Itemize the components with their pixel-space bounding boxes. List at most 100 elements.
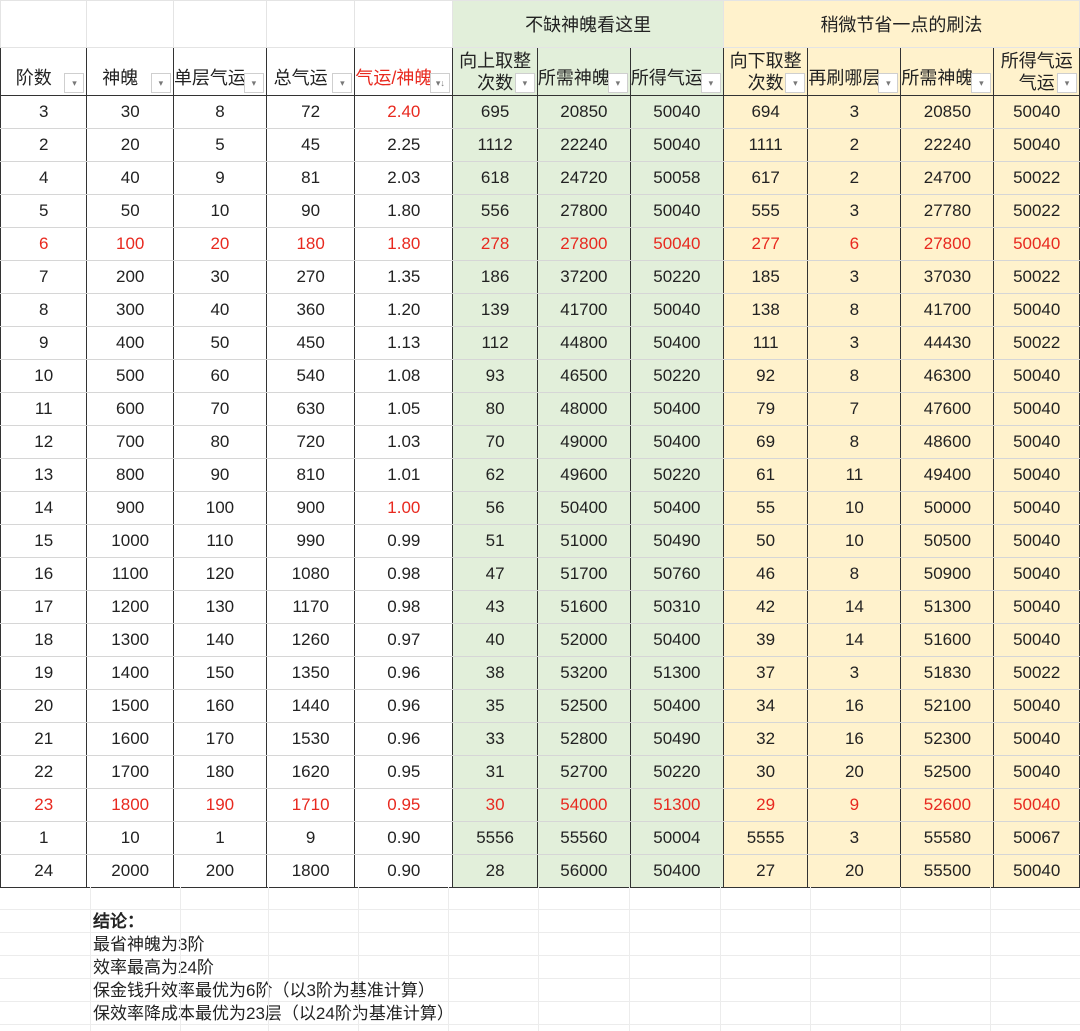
table-cell[interactable]: 2000	[86, 854, 174, 888]
cell[interactable]	[86, 0, 174, 48]
table-cell[interactable]: 51600	[900, 623, 995, 657]
table-cell[interactable]: 50400	[629, 689, 724, 723]
table-cell[interactable]: 8	[807, 557, 902, 591]
table-cell[interactable]: 50022	[993, 161, 1080, 195]
table-cell[interactable]: 1200	[86, 590, 174, 624]
table-cell[interactable]: 34	[722, 689, 809, 723]
table-cell[interactable]: 90	[265, 194, 356, 228]
table-cell[interactable]: 50040	[993, 425, 1080, 459]
table-cell[interactable]: 50040	[993, 95, 1080, 129]
column-header[interactable]: 所得气运 ▾	[629, 47, 724, 96]
table-cell[interactable]: 11	[0, 392, 88, 426]
table-cell[interactable]: 50022	[993, 194, 1080, 228]
table-cell[interactable]: 50220	[629, 260, 724, 294]
table-cell[interactable]: 277	[722, 227, 809, 261]
table-cell[interactable]: 33	[452, 722, 538, 756]
table-cell[interactable]: 0.95	[354, 788, 454, 822]
table-cell[interactable]: 185	[722, 260, 809, 294]
table-cell[interactable]: 50400	[629, 854, 724, 888]
column-header[interactable]: 阶数 ▾	[0, 47, 88, 96]
table-cell[interactable]: 61	[722, 458, 809, 492]
table-cell[interactable]: 0.96	[354, 689, 454, 723]
table-cell[interactable]: 617	[722, 161, 809, 195]
table-cell[interactable]: 1000	[86, 524, 174, 558]
filter-dropdown-icon[interactable]: ▾	[243, 73, 264, 93]
table-cell[interactable]: 7	[0, 260, 88, 294]
table-cell[interactable]: 50040	[993, 722, 1080, 756]
table-cell[interactable]: 1	[172, 821, 267, 855]
table-cell[interactable]: 28	[452, 854, 538, 888]
table-cell[interactable]: 50490	[629, 524, 724, 558]
table-cell[interactable]: 10	[0, 359, 88, 393]
table-cell[interactable]: 2	[807, 161, 902, 195]
table-cell[interactable]: 50022	[993, 656, 1080, 690]
table-cell[interactable]: 50490	[629, 722, 724, 756]
table-cell[interactable]: 8	[172, 95, 267, 129]
table-cell[interactable]: 1170	[265, 590, 356, 624]
filter-dropdown-icon[interactable]: ▾	[150, 73, 171, 93]
table-cell[interactable]: 186	[452, 260, 538, 294]
table-cell[interactable]: 35	[452, 689, 538, 723]
table-cell[interactable]: 46	[722, 557, 809, 591]
table-cell[interactable]: 130	[172, 590, 267, 624]
table-cell[interactable]: 52300	[900, 722, 995, 756]
table-cell[interactable]: 50040	[993, 359, 1080, 393]
table-cell[interactable]: 110	[172, 524, 267, 558]
table-cell[interactable]: 50400	[629, 623, 724, 657]
table-cell[interactable]: 9	[265, 821, 356, 855]
table-cell[interactable]: 5556	[452, 821, 538, 855]
table-cell[interactable]: 30	[172, 260, 267, 294]
table-cell[interactable]: 62	[452, 458, 538, 492]
table-cell[interactable]: 50040	[993, 755, 1080, 789]
table-cell[interactable]: 11	[807, 458, 902, 492]
table-cell[interactable]: 55560	[536, 821, 631, 855]
table-cell[interactable]: 0.96	[354, 656, 454, 690]
filter-dropdown-icon[interactable]: ▾	[332, 73, 353, 93]
table-cell[interactable]: 50220	[629, 458, 724, 492]
table-cell[interactable]: 1111	[722, 128, 809, 162]
table-cell[interactable]: 9	[807, 788, 902, 822]
table-cell[interactable]: 56	[452, 491, 538, 525]
table-cell[interactable]: 555	[722, 194, 809, 228]
table-cell[interactable]: 6	[0, 227, 88, 261]
table-cell[interactable]: 17	[0, 590, 88, 624]
table-cell[interactable]: 24	[0, 854, 88, 888]
table-cell[interactable]: 45	[265, 128, 356, 162]
table-cell[interactable]: 50040	[993, 788, 1080, 822]
table-cell[interactable]: 1800	[86, 788, 174, 822]
table-cell[interactable]: 120	[172, 557, 267, 591]
column-header[interactable]: 单层气运 ▾	[172, 47, 267, 96]
table-cell[interactable]: 900	[265, 491, 356, 525]
table-cell[interactable]: 10	[807, 524, 902, 558]
table-cell[interactable]: 30	[452, 788, 538, 822]
table-cell[interactable]: 51600	[536, 590, 631, 624]
table-cell[interactable]: 50040	[993, 689, 1080, 723]
table-cell[interactable]: 50040	[629, 194, 724, 228]
table-cell[interactable]: 630	[265, 392, 356, 426]
table-cell[interactable]: 19	[0, 656, 88, 690]
column-header[interactable]: 所需神魄 ▾	[536, 47, 631, 96]
table-cell[interactable]: 22	[0, 755, 88, 789]
filter-dropdown-icon[interactable]: ▾	[607, 73, 628, 93]
table-cell[interactable]: 1620	[265, 755, 356, 789]
table-cell[interactable]: 1.80	[354, 227, 454, 261]
table-cell[interactable]: 2	[807, 128, 902, 162]
table-cell[interactable]: 1080	[265, 557, 356, 591]
table-cell[interactable]: 47600	[900, 392, 995, 426]
table-cell[interactable]: 3	[807, 260, 902, 294]
table-cell[interactable]: 0.98	[354, 557, 454, 591]
table-cell[interactable]: 6	[807, 227, 902, 261]
table-cell[interactable]: 9	[0, 326, 88, 360]
table-cell[interactable]: 0.96	[354, 722, 454, 756]
table-cell[interactable]: 27800	[536, 194, 631, 228]
table-cell[interactable]: 50310	[629, 590, 724, 624]
table-cell[interactable]: 27800	[536, 227, 631, 261]
table-cell[interactable]: 50040	[993, 590, 1080, 624]
table-cell[interactable]: 10	[86, 821, 174, 855]
table-cell[interactable]: 3	[0, 95, 88, 129]
table-cell[interactable]: 618	[452, 161, 538, 195]
cell[interactable]	[354, 0, 454, 48]
table-cell[interactable]: 1.01	[354, 458, 454, 492]
table-cell[interactable]: 52600	[900, 788, 995, 822]
table-cell[interactable]: 800	[86, 458, 174, 492]
